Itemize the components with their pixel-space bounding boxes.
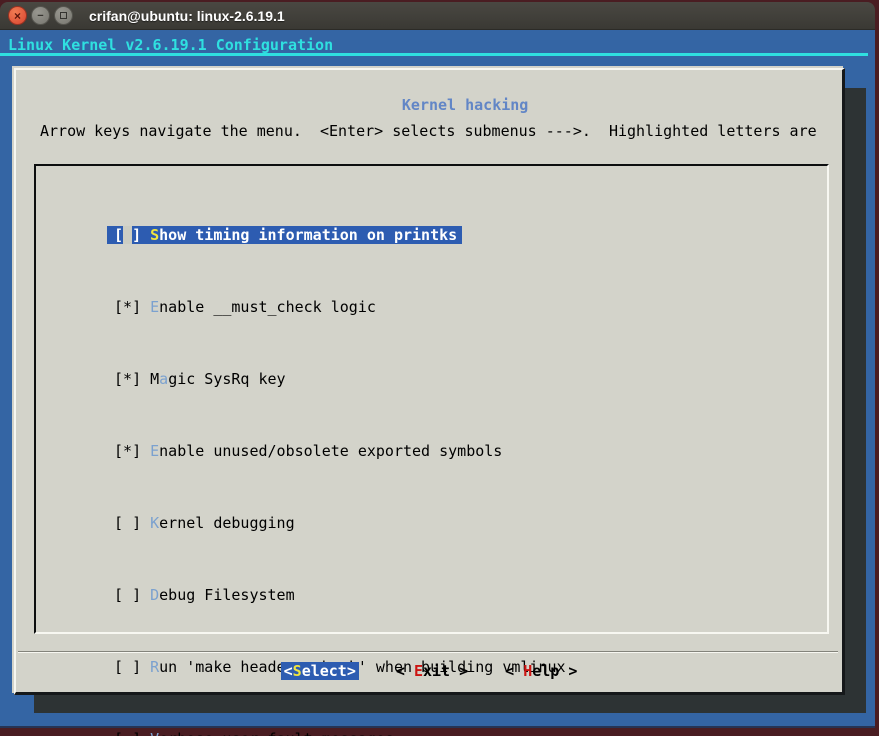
maximize-icon [60,12,67,19]
checkbox: [ [114,370,124,388]
menu-item-label: gic SysRq key [168,370,286,388]
menu-item-label: ernel debugging [159,514,295,532]
menu-item-magic-sysrq[interactable]: [*] Magic SysRq key [114,370,286,388]
dialog-buttons: <Select> < Exit > < Help > [16,662,842,680]
checkbox-state [123,730,132,736]
hotkey-letter: S [150,226,160,244]
checkbox-state [123,226,133,244]
checkbox: ] [132,298,142,316]
window-titlebar[interactable]: × − crifan@ubuntu: linux-2.6.19.1 [0,2,875,30]
menu-item-verbose-fault[interactable]: [ ] Verbose user fault messages [114,730,394,736]
checkbox: [ [114,442,124,460]
checkbox: [ [114,586,124,604]
button-separator [18,651,838,653]
minimize-button[interactable]: − [31,6,50,25]
checkbox: ] [132,514,142,532]
checkbox: [ [114,298,124,316]
menu-item-label: erbose user fault messages [159,730,394,736]
checkbox: ] [132,442,142,460]
kernel-hacking-dialog: Kernel hacking Arrow keys navigate the m… [14,59,845,736]
checkbox: [ [114,226,124,244]
dialog-title-rule [22,59,836,61]
header-rule [0,53,868,56]
menu-item-unused-symbols[interactable]: [*] Enable unused/obsolete exported symb… [114,442,502,460]
window-title: crifan@ubuntu: linux-2.6.19.1 [89,7,285,24]
hotkey-letter: E [150,442,160,460]
kernel-config-header: Linux Kernel v2.6.19.1 Configuration [8,36,334,54]
hotkey-letter: E [150,298,160,316]
menu-item-must-check[interactable]: [*] Enable __must_check logic [114,298,376,316]
maximize-button[interactable] [54,6,73,25]
checkbox-state: * [123,442,133,460]
hotkey-letter: E [413,662,423,680]
terminal-screen[interactable]: Linux Kernel v2.6.19.1 Configuration Ker… [0,30,875,736]
hotkey-letter: H [523,662,533,680]
menu-item-kernel-debugging[interactable]: [ ] Kernel debugging [114,514,295,532]
checkbox-state: * [123,298,133,316]
checkbox-state [123,514,132,532]
menu-item-show-timing[interactable]: [ ] Show timing information on printks [107,226,463,244]
instruction-line: Arrow keys navigate the menu. <Enter> se… [40,122,817,140]
hotkey-letter: V [150,730,159,736]
menu-listbox: [ ] Show timing information on printks [… [34,164,829,736]
checkbox: ] [132,730,141,736]
menu-item-label: nable unused/obsolete exported symbols [159,442,503,460]
select-button[interactable]: <Select> [280,662,359,680]
hotkey-letter: D [150,586,160,604]
menu-item-label: ebug Filesystem [159,586,295,604]
checkbox: [ [114,514,124,532]
hotkey-letter: K [150,514,160,532]
checkbox: ] [132,226,142,244]
menu-item-label: how timing information on printks [159,226,458,244]
desktop-frame: × − crifan@ubuntu: linux-2.6.19.1 Linux … [0,0,879,736]
exit-button[interactable]: < Exit > [396,662,468,680]
hotkey-letter: S [292,662,302,680]
checkbox: [ [114,730,123,736]
close-button[interactable]: × [8,6,27,25]
checkbox-state: * [123,370,133,388]
checkbox: ] [132,370,142,388]
menu-item-label: nable __must_check logic [159,298,376,316]
checkbox-state [123,586,132,604]
help-button[interactable]: < Help > [505,662,577,680]
hotkey-letter: a [159,370,169,388]
checkbox: ] [132,586,142,604]
menu-item-debug-filesystem[interactable]: [ ] Debug Filesystem [114,586,295,604]
